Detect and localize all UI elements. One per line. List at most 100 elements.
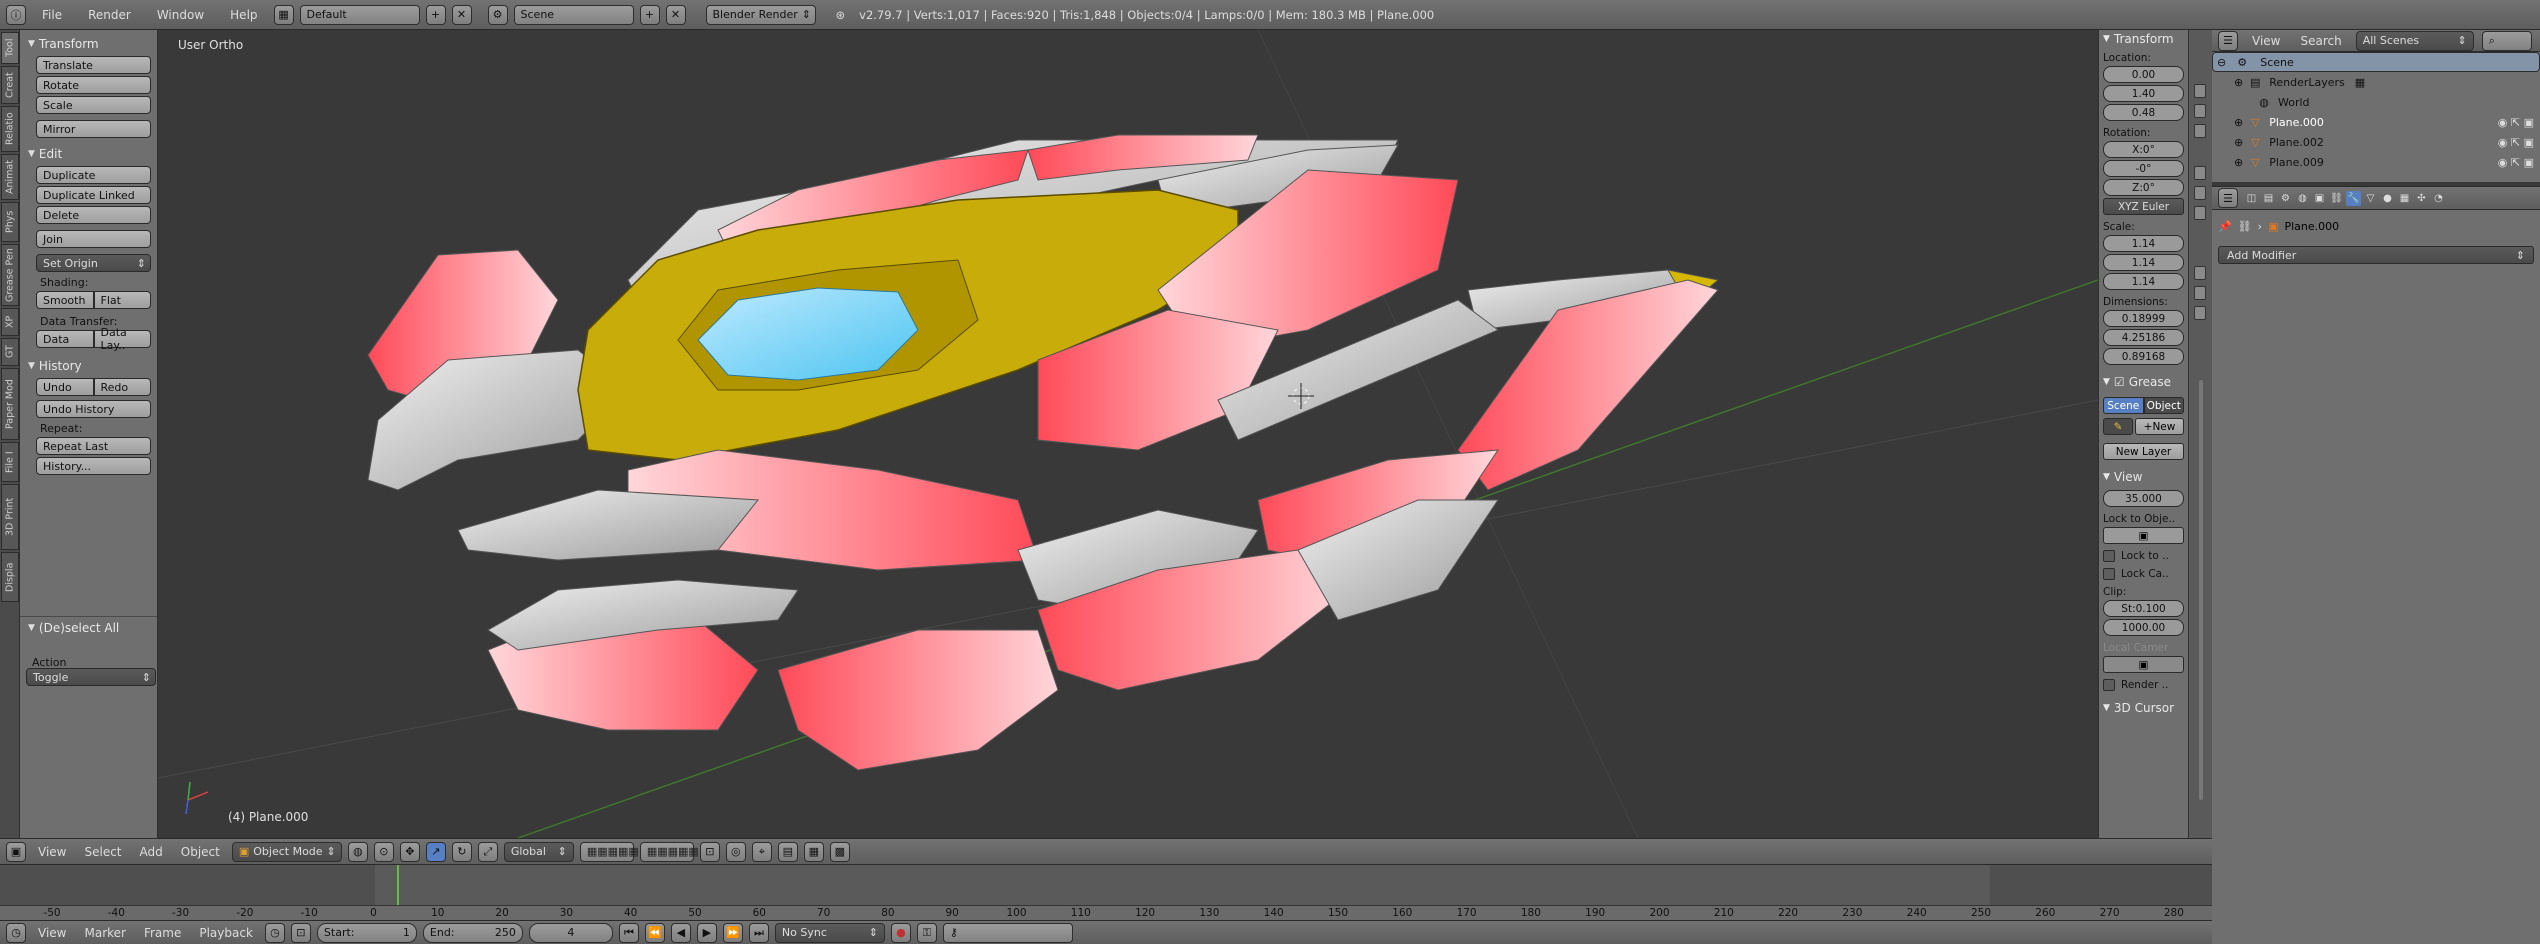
select-menu[interactable]: Select [78, 845, 127, 859]
grease-pencil-header[interactable]: ▼ ☑ Grease [2103, 375, 2184, 389]
tab-grease-pencil[interactable]: Grease Pen [1, 244, 19, 306]
scale-x-field[interactable]: 1.14 [2103, 235, 2184, 252]
add-menu[interactable]: Add [134, 845, 169, 859]
menu-file[interactable]: File [32, 8, 72, 22]
tab-relations[interactable]: Relatio [1, 106, 19, 152]
rotation-y-field[interactable]: -0° [2103, 160, 2184, 177]
info-editor-type-icon[interactable]: ⓘ [6, 4, 26, 25]
tab-3d-print[interactable]: 3D Print [1, 484, 19, 550]
smooth-button[interactable]: Smooth [36, 291, 94, 309]
scene-select[interactable]: Scene [513, 4, 634, 25]
duplicate-linked-button[interactable]: Duplicate Linked [36, 186, 151, 204]
timeline[interactable]: -50 -40 -30 -20 -10 0 10 20 30 40 50 60 70 80 90 100 110… [0, 864, 2212, 920]
add-layout-icon[interactable]: + [425, 4, 446, 25]
modifiers-tab-icon[interactable]: 🔧 [2346, 190, 2361, 206]
layout-grid-icon[interactable]: ▦ [273, 4, 294, 25]
redo-button[interactable]: Redo [93, 378, 151, 396]
lock-icon[interactable] [2194, 286, 2206, 300]
checkbox-icon[interactable]: ☑ [2114, 375, 2125, 389]
new-layer-button[interactable]: New Layer [2103, 443, 2184, 460]
visibility-eye-icon[interactable]: ◉ ⇱ ▣ [2498, 116, 2534, 129]
grease-object-button[interactable]: Object [2143, 397, 2184, 414]
record-icon[interactable]: ● [890, 922, 911, 943]
current-frame-field[interactable]: 4 [528, 922, 613, 943]
shading-icon[interactable]: ◍ [347, 841, 368, 862]
scale-manipulator-icon[interactable]: ⤢ [477, 841, 498, 862]
lock-icon[interactable] [2194, 84, 2206, 98]
action-dropdown[interactable]: Toggle ⇕ [26, 668, 156, 686]
view-menu[interactable]: View [32, 845, 72, 859]
clip-end-field[interactable]: 1000.00 [2103, 619, 2184, 636]
layers-grid-1[interactable]: ▦▦▦▦▦ [579, 841, 639, 862]
texture-tab-icon[interactable]: ▦ [2397, 191, 2412, 206]
tab-file-io[interactable]: File I [1, 442, 19, 482]
dimensions-x-field[interactable]: 0.18999 [2103, 310, 2184, 327]
particles-tab-icon[interactable]: ✣ [2414, 191, 2429, 206]
tab-paper-model[interactable]: Paper Mod [1, 368, 19, 440]
local-camera-field[interactable]: ▣ [2103, 656, 2184, 673]
marker-menu[interactable]: Marker [78, 926, 131, 940]
data-button[interactable]: Data [36, 330, 94, 348]
snap-element-icon[interactable]: ▤ [777, 841, 798, 862]
location-x-field[interactable]: 0.00 [2103, 66, 2184, 83]
play-reverse-icon[interactable]: ◀ [670, 922, 691, 943]
manipulator-icon[interactable]: ✥ [399, 841, 420, 862]
lock-icon[interactable] [2194, 266, 2206, 280]
lock-icon[interactable] [2194, 186, 2206, 200]
lock-camera-checkbox[interactable]: Lock Ca.. [2103, 568, 2184, 580]
lock-icon[interactable] [2194, 206, 2206, 220]
timeline-editor-type-icon[interactable]: ◷ [6, 922, 26, 943]
tab-xp[interactable]: XP [1, 308, 19, 336]
3d-cursor-header[interactable]: ▼ 3D Cursor [2103, 701, 2184, 715]
lock-icon[interactable] [2194, 124, 2206, 138]
render-tab-icon[interactable]: ◫ [2244, 191, 2259, 206]
add-modifier-dropdown[interactable]: Add Modifier ⇕ [2218, 246, 2534, 264]
menu-render[interactable]: Render [78, 8, 141, 22]
prev-keyframe-icon[interactable]: ⏪ [644, 922, 665, 943]
playback-menu[interactable]: Playback [193, 926, 259, 940]
timeline-view-menu[interactable]: View [32, 926, 72, 940]
orientation-select[interactable]: Global ⇕ [503, 841, 574, 862]
layout-select[interactable]: Default [299, 4, 420, 25]
scale-z-field[interactable]: 1.14 [2103, 273, 2184, 290]
mode-select[interactable]: ▣ Object Mode ⇕ [231, 841, 342, 862]
location-y-field[interactable]: 1.40 [2103, 85, 2184, 102]
layers-grid-2[interactable]: ▦▦▦▦▦ [639, 841, 699, 862]
render-layers-tab-icon[interactable]: ▤ [2261, 191, 2276, 206]
rotation-mode-dropdown[interactable]: XYZ Euler [2103, 198, 2184, 215]
undo-history-button[interactable]: Undo History [36, 400, 151, 418]
opengl-anim-icon[interactable]: ▩ [829, 841, 850, 862]
lock-object-field[interactable]: ▣ [2103, 527, 2184, 544]
start-frame-field[interactable]: Start: 1 [316, 922, 417, 943]
outliner-row[interactable]: ⊕ ▽ Plane.002 ◉ ⇱ ▣ [2212, 132, 2540, 152]
3d-viewport[interactable]: User Ortho (4) Plane.000 [158, 30, 2098, 838]
outliner-view-menu[interactable]: View [2246, 34, 2286, 48]
sync-select[interactable]: No Sync ⇕ [774, 922, 885, 943]
grease-new-button[interactable]: + New [2135, 418, 2184, 435]
visibility-eye-icon[interactable]: ◉ ⇱ ▣ [2498, 136, 2534, 149]
menu-help[interactable]: Help [220, 8, 267, 22]
proportional-icon[interactable]: ◎ [725, 841, 746, 862]
outliner-row[interactable]: ⊕ ▽ Plane.009 ◉ ⇱ ▣ [2212, 152, 2540, 172]
pin-icon[interactable]: 📌 [2218, 220, 2232, 233]
render-engine-select[interactable]: Blender Render ⇕ [705, 4, 816, 25]
operator-panel-header[interactable]: ▼ (De)select All [28, 618, 119, 638]
data-layout-button[interactable]: Data Lay.. [93, 326, 151, 352]
scene-tab-icon[interactable]: ⚙ [2278, 191, 2293, 206]
data-tab-icon[interactable]: ▽ [2363, 191, 2378, 206]
lock-icon[interactable] [2194, 104, 2206, 118]
lock-icon[interactable] [2194, 306, 2206, 320]
pivot-icon[interactable]: ⊙ [373, 841, 394, 862]
rotate-manipulator-icon[interactable]: ↻ [451, 841, 472, 862]
playhead[interactable] [397, 865, 399, 905]
outliner-search-menu[interactable]: Search [2294, 34, 2347, 48]
opengl-render-icon[interactable]: ▦ [803, 841, 824, 862]
next-keyframe-icon[interactable]: ⏩ [722, 922, 743, 943]
view-header[interactable]: ▼ View [2103, 470, 2184, 484]
object-tab-icon[interactable]: ▣ [2312, 191, 2327, 206]
outliner-row[interactable]: ◍ World [2212, 92, 2540, 112]
object-menu[interactable]: Object [175, 845, 226, 859]
rotation-x-field[interactable]: X:0° [2103, 141, 2184, 158]
tab-tool[interactable]: Tool [1, 32, 19, 64]
scale-button[interactable]: Scale [36, 96, 151, 114]
